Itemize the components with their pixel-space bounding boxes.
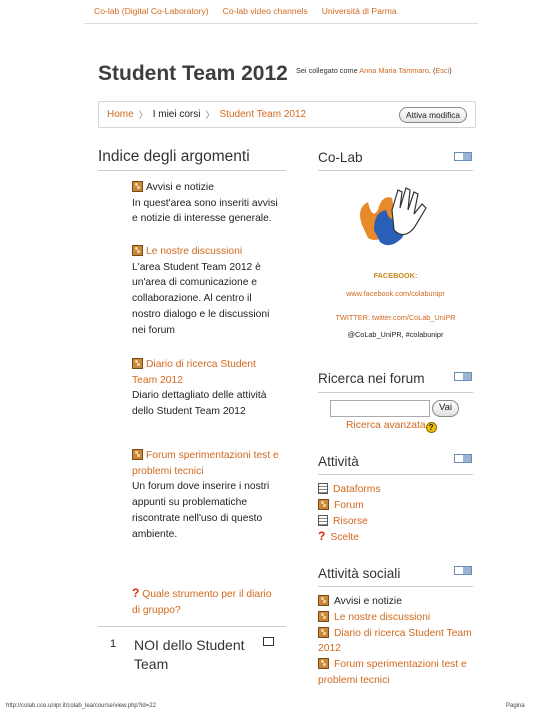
topic-title[interactable]: Forum sperimentazioni test e problemi te… bbox=[132, 450, 279, 477]
top-nav: Co-lab (Digital Co-Laboratory) Co-lab vi… bbox=[94, 6, 478, 16]
block-divider bbox=[318, 586, 473, 587]
forum-icon bbox=[318, 626, 329, 638]
section-title: NOI dello Student Team bbox=[134, 637, 245, 672]
forum-icon bbox=[132, 181, 143, 192]
section-number: 1 bbox=[110, 638, 117, 650]
top-divider bbox=[84, 23, 478, 24]
forum-icon bbox=[132, 449, 143, 460]
colab-logo-icon bbox=[360, 187, 427, 246]
breadcrumb-separator-icon: 〉 bbox=[205, 110, 215, 120]
social-block-heading: Attività sociali bbox=[318, 566, 401, 581]
breadcrumb-current[interactable]: Student Team 2012 bbox=[220, 109, 307, 120]
dataform-icon bbox=[318, 483, 328, 494]
breadcrumb-mycourses[interactable]: I miei corsi bbox=[153, 109, 201, 120]
topic-desc: Un forum dove inserire i nostri appunti … bbox=[132, 481, 270, 540]
social-item[interactable]: Forum sperimentazioni test e problemi te… bbox=[318, 659, 467, 686]
social-item[interactable]: Avvisi e notizie bbox=[334, 596, 402, 607]
block-toggle-icon[interactable] bbox=[454, 152, 472, 161]
topic-title[interactable]: Quale strumento per il diario di gruppo? bbox=[132, 589, 272, 616]
section-toggle-icon[interactable] bbox=[263, 637, 274, 646]
question-icon: ? bbox=[318, 529, 326, 544]
question-icon: ? bbox=[132, 586, 140, 600]
breadcrumb: Home 〉 I miei corsi 〉 Student Team 2012 … bbox=[98, 101, 476, 128]
advanced-search-link[interactable]: Ricerca avanzata? bbox=[346, 420, 437, 433]
login-prefix: Sei collegato come bbox=[296, 66, 358, 75]
nav-link-unipr[interactable]: Università di Parma bbox=[322, 6, 397, 16]
topics-divider bbox=[98, 170, 286, 171]
block-divider bbox=[318, 474, 473, 475]
twitter-handle: @CoLab_UniPR, #colabunipr bbox=[347, 330, 444, 339]
section-divider bbox=[98, 626, 286, 627]
nav-link-video[interactable]: Co-lab video channels bbox=[223, 6, 308, 16]
forum-icon bbox=[132, 358, 143, 369]
search-go-button[interactable]: Vai bbox=[432, 400, 460, 417]
activity-item[interactable]: Scelte bbox=[330, 532, 359, 543]
forum-icon bbox=[318, 610, 329, 622]
activity-block-heading: Attività bbox=[318, 454, 359, 469]
block-toggle-icon[interactable] bbox=[454, 372, 472, 381]
topic-item: Forum sperimentazioni test e problemi te… bbox=[132, 448, 282, 542]
edit-mode-button[interactable]: Attiva modifica bbox=[399, 106, 467, 123]
user-link[interactable]: Anna Maria Tammaro bbox=[359, 66, 429, 75]
social-item[interactable]: Le nostre discussioni bbox=[334, 612, 430, 623]
block-divider bbox=[318, 170, 473, 171]
advanced-search-label[interactable]: Ricerca avanzata bbox=[346, 420, 426, 431]
forum-icon bbox=[318, 595, 329, 606]
page-title: Student Team 2012 bbox=[98, 62, 288, 85]
block-toggle-icon[interactable] bbox=[454, 454, 472, 463]
breadcrumb-home[interactable]: Home bbox=[107, 109, 134, 120]
activity-item[interactable]: Dataforms bbox=[333, 484, 381, 495]
resource-icon bbox=[318, 514, 328, 526]
search-block-heading: Ricerca nei forum bbox=[318, 371, 425, 386]
footer-page: Pagina bbox=[506, 703, 525, 709]
footer-url: http://colab.cce.unipr.it/colab_lea/cour… bbox=[6, 703, 156, 709]
breadcrumb-separator-icon: 〉 bbox=[138, 110, 148, 120]
topic-desc: In quest'area sono inseriti avvisi e not… bbox=[132, 197, 278, 225]
colab-block-heading: Co-Lab bbox=[318, 150, 363, 165]
topic-desc: L'area Student Team 2012 è un'area di co… bbox=[132, 261, 270, 336]
topic-title[interactable]: Avvisi e notizie bbox=[146, 182, 214, 193]
forum-icon bbox=[318, 658, 329, 670]
block-toggle-icon[interactable] bbox=[454, 566, 472, 575]
social-list: Avvisi e notizie Le nostre discussioni D… bbox=[318, 594, 473, 689]
topic-item: Le nostre discussioni L'area Student Tea… bbox=[132, 244, 282, 338]
activity-item[interactable]: Risorse bbox=[333, 516, 368, 527]
topics-heading: Indice degli argomenti bbox=[98, 148, 250, 165]
forum-search-input[interactable] bbox=[330, 400, 430, 417]
topic-desc: Diario dettagliato delle attività dello … bbox=[132, 390, 267, 418]
login-info: Sei collegato come Anna Maria Tammaro. (… bbox=[296, 66, 452, 75]
activity-list: Dataforms Forum Risorse ? Scelte bbox=[318, 482, 473, 546]
topic-item: ? Quale strumento per il diario di grupp… bbox=[132, 586, 282, 618]
topic-item: Avvisi e notizie In quest'area sono inse… bbox=[132, 180, 282, 227]
social-item[interactable]: Diario di ricerca Student Team 2012 bbox=[318, 628, 472, 655]
block-divider bbox=[318, 392, 473, 393]
forum-icon bbox=[132, 245, 143, 256]
facebook-link[interactable]: www.facebook.com/colabunipr bbox=[318, 289, 473, 298]
help-icon[interactable]: ? bbox=[425, 422, 437, 433]
activity-item[interactable]: Forum bbox=[334, 500, 364, 511]
facebook-label: FACEBOOK: bbox=[373, 271, 418, 280]
topic-title[interactable]: Diario di ricerca Student Team 2012 bbox=[132, 359, 256, 386]
topic-title[interactable]: Le nostre discussioni bbox=[146, 246, 242, 257]
logout-link[interactable]: Esci bbox=[435, 66, 449, 75]
topic-item: Diario di ricerca Student Team 2012 Diar… bbox=[132, 357, 282, 420]
forum-icon bbox=[318, 498, 329, 510]
nav-link-colab[interactable]: Co-lab (Digital Co-Laboratory) bbox=[94, 6, 209, 16]
twitter-link[interactable]: TWITTER: twitter.com/CoLab_UniPR bbox=[318, 313, 473, 322]
